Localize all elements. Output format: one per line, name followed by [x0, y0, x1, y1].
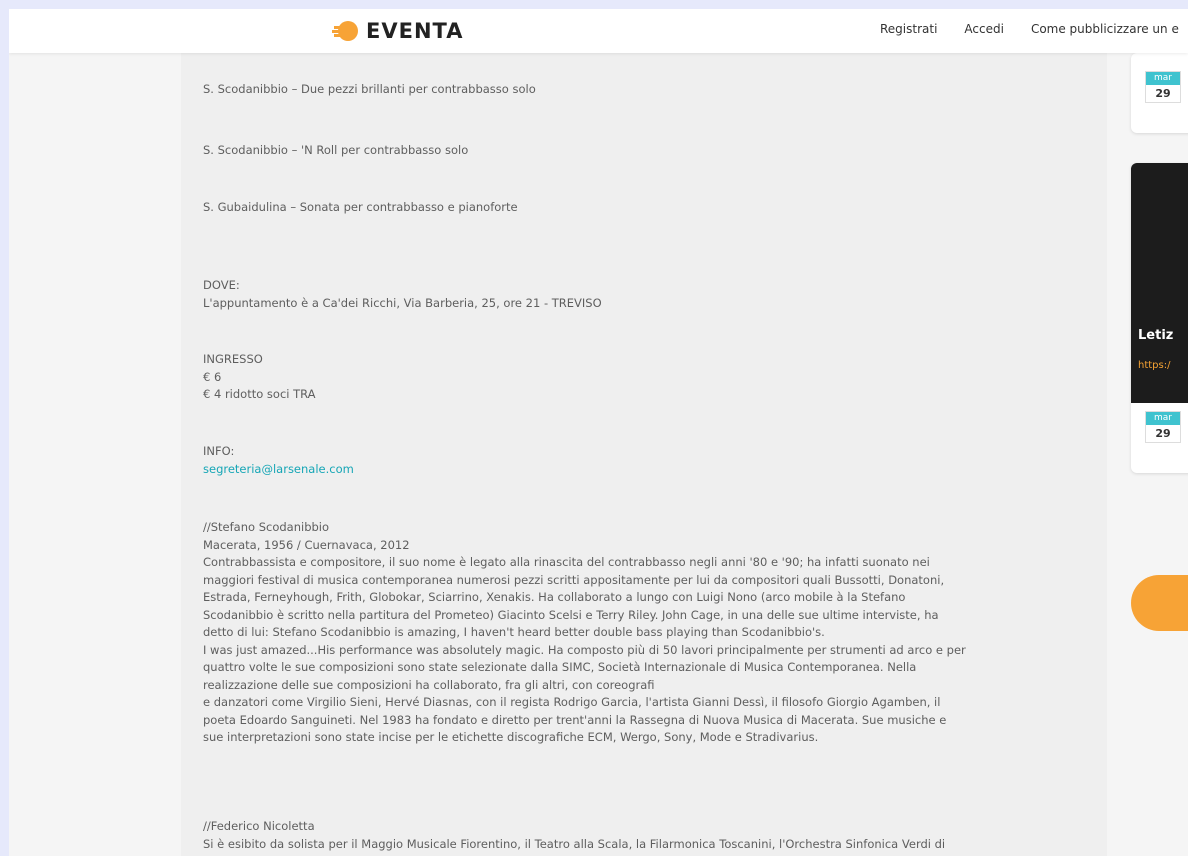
bio-line: I was just amazed...His performance was … — [203, 642, 966, 657]
event-card[interactable]: mar 29 — [1131, 53, 1188, 133]
bio-line: e danzatori come Virgilio Sieni, Hervé D… — [203, 695, 941, 709]
date-month: mar — [1146, 72, 1180, 85]
bio-name: //Federico Nicoletta — [203, 819, 315, 833]
price-full: € 6 — [203, 369, 222, 384]
date-day: 29 — [1155, 87, 1171, 100]
date-month: mar — [1146, 412, 1180, 425]
bio-line: Estrada, Ferneyhough, Frith, Globokar, S… — [203, 590, 906, 604]
top-navbar: EVENTA Registrati Accedi Come pubblicizz… — [9, 9, 1188, 53]
bio-dates: Macerata, 1956 / Cuernavaca, 2012 — [203, 537, 410, 552]
event-card-image[interactable]: Letiz https:/ — [1131, 163, 1188, 403]
header-nav: Registrati Accedi Come pubblicizzare un … — [880, 22, 1188, 36]
browser-viewport: EVENTA Registrati Accedi Come pubblicizz… — [9, 9, 1188, 856]
price-reduced: € 4 ridotto soci TRA — [203, 387, 316, 401]
site-logo[interactable]: EVENTA — [330, 19, 463, 43]
nav-registrati-link[interactable]: Registrati — [880, 22, 937, 36]
bio-line: Contrabbassista e compositore, il suo no… — [203, 555, 930, 569]
date-badge: mar 29 — [1145, 71, 1181, 103]
event-description: S. Scodanibbio – Due pezzi brillanti per… — [181, 53, 1107, 856]
logo-text: EVENTA — [366, 19, 464, 43]
bio-line: Scodanibbio è scritto nella partitura de… — [203, 607, 939, 622]
eventa-logo-icon — [330, 21, 358, 41]
nav-pubblicizzare-link[interactable]: Come pubblicizzare un e — [1031, 22, 1179, 36]
bio-line: realizzazione delle sue composizioni ha … — [203, 677, 655, 692]
ticket-section: INGRESSO € 6 € 4 ridotto soci TRA — [203, 351, 1083, 404]
event-card-title: Letiz — [1138, 328, 1174, 343]
event-card-url[interactable]: https:/ — [1138, 360, 1170, 371]
nav-accedi-link[interactable]: Accedi — [964, 22, 1004, 36]
info-label: INFO: — [203, 444, 235, 458]
bio-name: //Stefano Scodanibbio — [203, 520, 330, 534]
location-section: DOVE: L'appuntamento è a Ca'dei Ricchi, … — [203, 277, 1083, 312]
bio-line: detto di lui: Stefano Scodanibbio is ama… — [203, 625, 825, 639]
ingresso-label: INGRESSO — [203, 352, 263, 366]
bio-scodanibbio: //Stefano Scodanibbio Macerata, 1956 / C… — [203, 519, 1083, 747]
dove-label: DOVE: — [203, 278, 240, 292]
bio-line: maggiori festival di musica contemporane… — [203, 572, 945, 587]
work-item: S. Scodanibbio – Due pezzi brillanti per… — [203, 82, 536, 96]
info-email-link[interactable]: segreteria@larsenale.com — [203, 461, 1083, 479]
work-item: S. Gubaidulina – Sonata per contrabbasso… — [203, 200, 518, 214]
orange-action-button[interactable] — [1131, 575, 1188, 631]
bio-nicoletta: //Federico Nicoletta Si è esibito da sol… — [203, 818, 1083, 853]
date-day: 29 — [1155, 427, 1171, 440]
bio-line: quattro volte le sue composizioni sono s… — [203, 660, 917, 674]
date-badge: mar 29 — [1145, 411, 1181, 443]
dove-text: L'appuntamento è a Ca'dei Ricchi, Via Ba… — [203, 295, 602, 310]
bio-line: poeta Edoardo Sanguineti. Nel 1983 ha fo… — [203, 712, 947, 727]
info-section: INFO: segreteria@larsenale.com — [203, 443, 1083, 478]
work-item: S. Scodanibbio – 'N Roll per contrabbass… — [203, 143, 469, 157]
bio-line: sue interpretazioni sono state incise pe… — [203, 730, 819, 744]
bio-line: Si è esibito da solista per il Maggio Mu… — [203, 836, 946, 851]
